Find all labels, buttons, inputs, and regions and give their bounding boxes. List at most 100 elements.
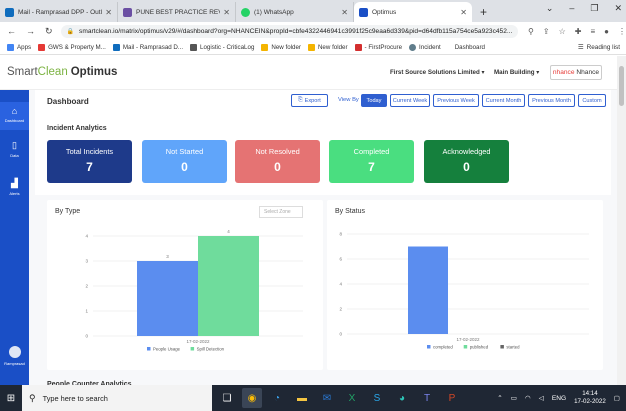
whatsapp-icon <box>241 7 250 17</box>
period-current-week-button[interactable]: Current Week <box>390 94 430 107</box>
legend-swatch <box>500 345 504 349</box>
lock-icon: 🔒 <box>66 28 75 35</box>
period-custom-button[interactable]: Custom <box>578 94 606 107</box>
export-button[interactable]: ⎘ Export <box>291 94 328 107</box>
card-not-started[interactable]: Not Started 0 <box>142 140 227 183</box>
taskbar-search[interactable]: ⚲ Type here to search <box>22 385 212 411</box>
browser-tab-outlook[interactable]: Mail - Ramprasad DPP - Outlook ✕ <box>0 2 118 22</box>
close-icon[interactable]: ✕ <box>460 8 467 17</box>
network-icon[interactable]: ◠ <box>525 394 531 402</box>
edge-icon[interactable]: ◔ <box>267 388 287 408</box>
menu-icon[interactable]: ⋮ <box>618 27 626 36</box>
period-current-month-button[interactable]: Current Month <box>482 94 525 107</box>
outlook-icon <box>5 7 14 17</box>
sidebar-item-dashboard[interactable]: ⌂ Dashboard <box>0 102 29 130</box>
teams-icon[interactable]: T <box>417 388 437 408</box>
browser-tab-review[interactable]: PUNE BEST PRACTICE REVIEW FO ✕ <box>118 2 236 22</box>
scrollbar[interactable] <box>617 56 626 385</box>
system-tray: ⌃ ▭ ◠ ◁ ENG 14:14 17-02-2022 ▢ <box>497 390 620 406</box>
legend-label: started <box>506 344 520 349</box>
profile-icon[interactable]: ● <box>604 27 609 36</box>
legend-swatch <box>190 347 195 351</box>
user-menu[interactable]: nhance Nhance <box>550 65 602 80</box>
app-header: SmartClean Optimus First Source Solutions… <box>0 56 626 90</box>
period-today-button[interactable]: Today <box>361 94 387 107</box>
extension-icon[interactable]: ✚ <box>575 27 582 36</box>
bookmark-logistic[interactable]: Logistic - CriticaLog <box>190 43 254 51</box>
bookmark-gws[interactable]: GWS & Property M... <box>38 43 106 51</box>
battery-icon[interactable]: ▭ <box>511 394 517 402</box>
bookmark-dashboard[interactable]: Dashboard <box>455 44 485 51</box>
browser-tab-optimus[interactable]: Optimus ✕ <box>354 2 472 22</box>
outlook-icon[interactable]: ✉ <box>317 388 337 408</box>
legend-label: published <box>470 344 489 349</box>
close-icon[interactable]: ✕ <box>223 8 230 17</box>
chevron-up-icon[interactable]: ⌃ <box>497 394 503 402</box>
zoom-icon[interactable]: ⚲ <box>528 27 534 36</box>
notification-icon[interactable]: ▢ <box>614 394 620 402</box>
bookmark-apps[interactable]: Apps <box>7 43 31 51</box>
folder-icon <box>307 43 315 51</box>
chevron-down-icon: ▾ <box>536 69 540 76</box>
card-value: 0 <box>463 160 470 174</box>
optimus-icon <box>359 7 368 17</box>
powerpoint-icon[interactable]: P <box>442 388 462 408</box>
file-explorer-icon[interactable]: ▬ <box>292 388 312 408</box>
forward-icon[interactable]: → <box>26 26 35 37</box>
y-tick-label: 1 <box>85 309 88 314</box>
close-icon[interactable]: ✕ <box>341 8 348 17</box>
close-window-icon[interactable]: ✕ <box>614 3 622 14</box>
period-previous-week-button[interactable]: Previous Week <box>433 94 479 107</box>
sidebar-toggle-icon[interactable]: ≡ <box>590 27 595 36</box>
minimize-icon[interactable]: – <box>569 3 574 14</box>
windows-start-icon[interactable]: ⊞ <box>0 393 22 404</box>
bookmark-folder-1[interactable]: New folder <box>261 43 301 51</box>
card-total-incidents[interactable]: Total Incidents 7 <box>47 140 132 183</box>
bookmark-folder-2[interactable]: New folder <box>307 43 348 51</box>
excel-icon[interactable]: X <box>342 388 362 408</box>
volume-icon[interactable]: ◁ <box>539 394 544 402</box>
data-label: 3 <box>166 254 169 259</box>
chrome-icon[interactable]: ◉ <box>242 388 262 408</box>
bookmark-firstprocure[interactable]: - FirstProcure <box>354 43 402 51</box>
bookmark-mail[interactable]: Mail - Ramprasad D... <box>112 43 183 51</box>
sidebar-item-alerts[interactable]: ▟ Alerts <box>0 178 29 196</box>
browser-tab-whatsapp[interactable]: (1) WhatsApp ✕ <box>236 2 354 22</box>
bookmark-icon <box>354 43 362 51</box>
card-value: 7 <box>368 160 375 174</box>
building-selector[interactable]: Main Building ▾ <box>494 69 539 76</box>
card-not-resolved[interactable]: Not Resolved 0 <box>235 140 320 183</box>
scrollbar-thumb[interactable] <box>619 66 624 106</box>
url-input[interactable]: 🔒 smartclean.io/matrix/optimus/v29/#/das… <box>60 24 519 38</box>
y-tick-label: 0 <box>339 332 342 337</box>
language-indicator[interactable]: ENG <box>552 395 566 402</box>
bookmarks-bar: Apps GWS & Property M... Mail - Ramprasa… <box>0 40 626 55</box>
legend-label: People Usage <box>153 346 181 351</box>
restore-icon[interactable]: ❐ <box>590 3 598 14</box>
bookmark-incident[interactable]: Incident <box>409 43 441 51</box>
bookmark-icon <box>190 43 198 51</box>
reload-icon[interactable]: ↻ <box>45 26 53 37</box>
close-icon[interactable]: ✕ <box>105 8 112 17</box>
new-tab-button[interactable]: + <box>480 5 487 19</box>
edge-alt-icon[interactable]: ◕ <box>392 388 412 408</box>
sidebar-user[interactable]: Ramprasad <box>0 346 29 366</box>
star-icon[interactable]: ☆ <box>559 27 566 36</box>
card-acknowledged[interactable]: Acknowledged 0 <box>424 140 509 183</box>
share-icon[interactable]: ⇪ <box>543 27 550 36</box>
back-icon[interactable]: ← <box>7 26 16 37</box>
task-view-icon[interactable]: ❏ <box>217 388 237 408</box>
card-completed[interactable]: Completed 7 <box>329 140 414 183</box>
clock[interactable]: 14:14 17-02-2022 <box>574 390 606 406</box>
legend-swatch <box>427 345 431 349</box>
reading-list-icon: ☰ <box>577 44 584 51</box>
org-selector[interactable]: First Source Solutions Limited ▾ <box>390 69 485 76</box>
search-icon: ⚲ <box>29 392 36 403</box>
skype-icon[interactable]: S <box>367 388 387 408</box>
chevron-down-icon[interactable]: ⌄ <box>546 3 554 14</box>
tab-label: PUNE BEST PRACTICE REVIEW FO <box>136 8 220 16</box>
y-tick-label: 2 <box>339 307 342 312</box>
reading-list[interactable]: ☰ Reading list <box>577 43 620 52</box>
sidebar-item-data[interactable]: ▯ Data <box>0 140 29 158</box>
period-previous-month-button[interactable]: Previous Month <box>528 94 575 107</box>
